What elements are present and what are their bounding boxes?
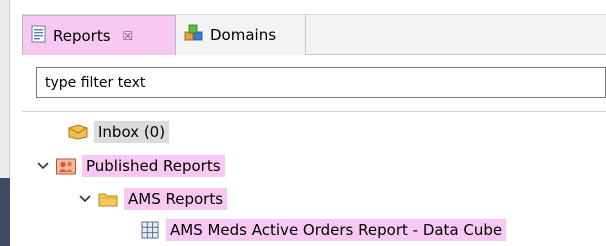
domains-cubes-icon [184, 24, 204, 46]
inbox-envelope-icon [68, 123, 88, 141]
filter-row [22, 55, 606, 111]
tab-domains-label: Domains [210, 26, 277, 44]
grid-table-icon [140, 221, 160, 239]
left-edge-strip [0, 0, 10, 246]
report-document-icon [31, 25, 47, 47]
tab-reports[interactable]: Reports ☒ [22, 15, 176, 55]
published-users-icon [56, 157, 76, 175]
report-tree: Inbox (0) Published Reports AMS Reports … [22, 112, 606, 246]
tab-domains[interactable]: Domains [176, 15, 306, 55]
tab-bar: Reports ☒ Domains [22, 14, 606, 55]
chevron-down-icon[interactable] [78, 192, 92, 206]
tree-item-report[interactable]: AMS Meds Active Orders Report - Data Cub… [140, 216, 507, 244]
tree-item-report-label: AMS Meds Active Orders Report - Data Cub… [166, 219, 507, 241]
tree-item-published-label: Published Reports [82, 155, 225, 177]
tree-item-inbox[interactable]: Inbox (0) [68, 118, 170, 146]
edge-dark-block [0, 178, 10, 246]
tree-item-ams-reports-label: AMS Reports [124, 188, 228, 210]
tab-reports-label: Reports [53, 26, 111, 45]
reports-view: Reports ☒ Domains I [22, 0, 606, 246]
chevron-down-icon[interactable] [36, 159, 50, 173]
folder-icon [98, 190, 118, 208]
filter-input[interactable] [36, 67, 606, 98]
tree-item-published[interactable]: Published Reports [36, 152, 225, 180]
close-tab-icon[interactable]: ☒ [123, 29, 134, 43]
tree-item-inbox-label: Inbox (0) [94, 121, 170, 143]
tree-item-ams-reports[interactable]: AMS Reports [78, 185, 228, 213]
